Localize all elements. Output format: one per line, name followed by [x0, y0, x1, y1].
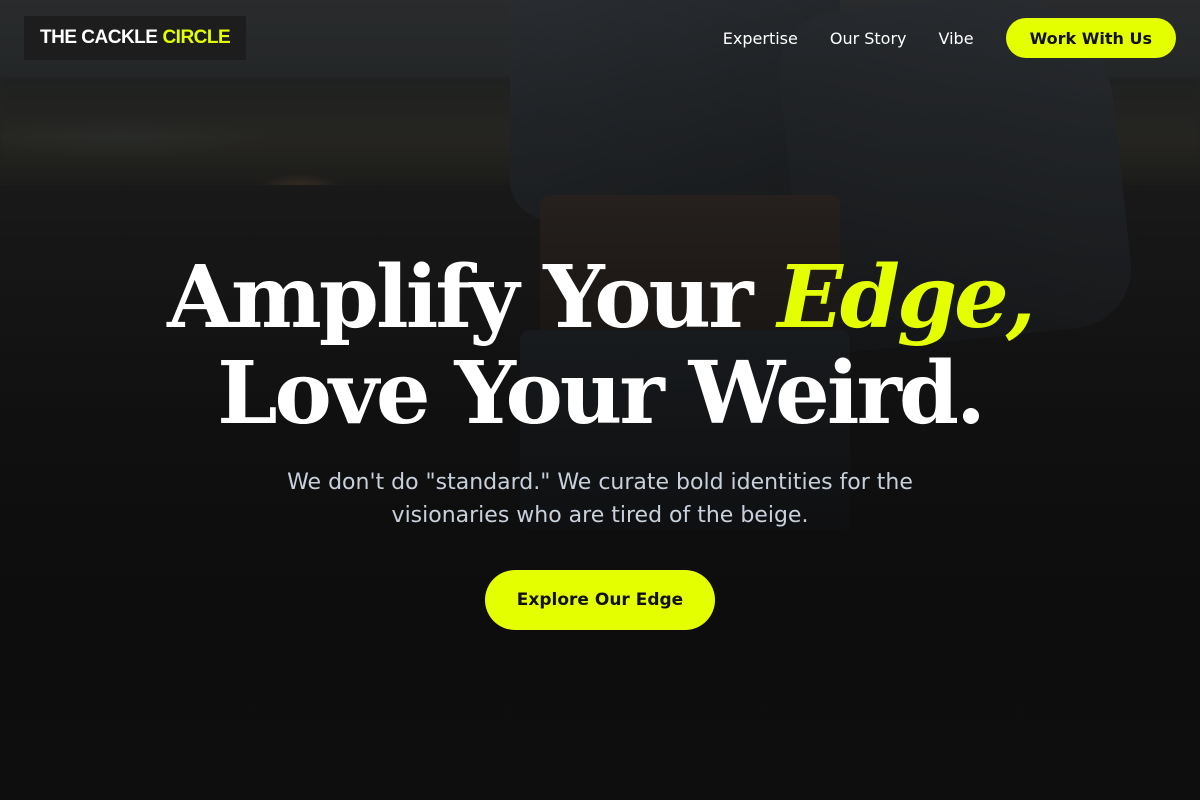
- nav-link-our-story[interactable]: Our Story: [830, 29, 907, 48]
- brand-name-main: THE CACKLE: [40, 27, 158, 48]
- nav-link-vibe[interactable]: Vibe: [939, 29, 974, 48]
- headline-part-1: Amplify Your: [167, 247, 778, 348]
- page: THE CACKLE CIRCLE Expertise Our Story Vi…: [0, 0, 1200, 800]
- main-nav: Expertise Our Story Vibe Work With Us: [723, 18, 1176, 58]
- explore-our-edge-button[interactable]: Explore Our Edge: [485, 570, 715, 630]
- headline-line-2: Love Your Weird.: [217, 343, 986, 444]
- headline-accent: Edge,: [777, 247, 1035, 348]
- hero-section: Amplify Your Edge, Love Your Weird. We d…: [0, 250, 1200, 630]
- brand-name-accent: CIRCLE: [162, 27, 231, 48]
- site-header: THE CACKLE CIRCLE Expertise Our Story Vi…: [0, 0, 1200, 76]
- hero-subtitle: We don't do "standard." We curate bold i…: [287, 470, 913, 528]
- hero-headline: Amplify Your Edge, Love Your Weird.: [0, 250, 1200, 442]
- brand-logo[interactable]: THE CACKLE CIRCLE: [24, 16, 247, 60]
- nav-link-expertise[interactable]: Expertise: [723, 29, 798, 48]
- work-with-us-button[interactable]: Work With Us: [1005, 18, 1176, 58]
